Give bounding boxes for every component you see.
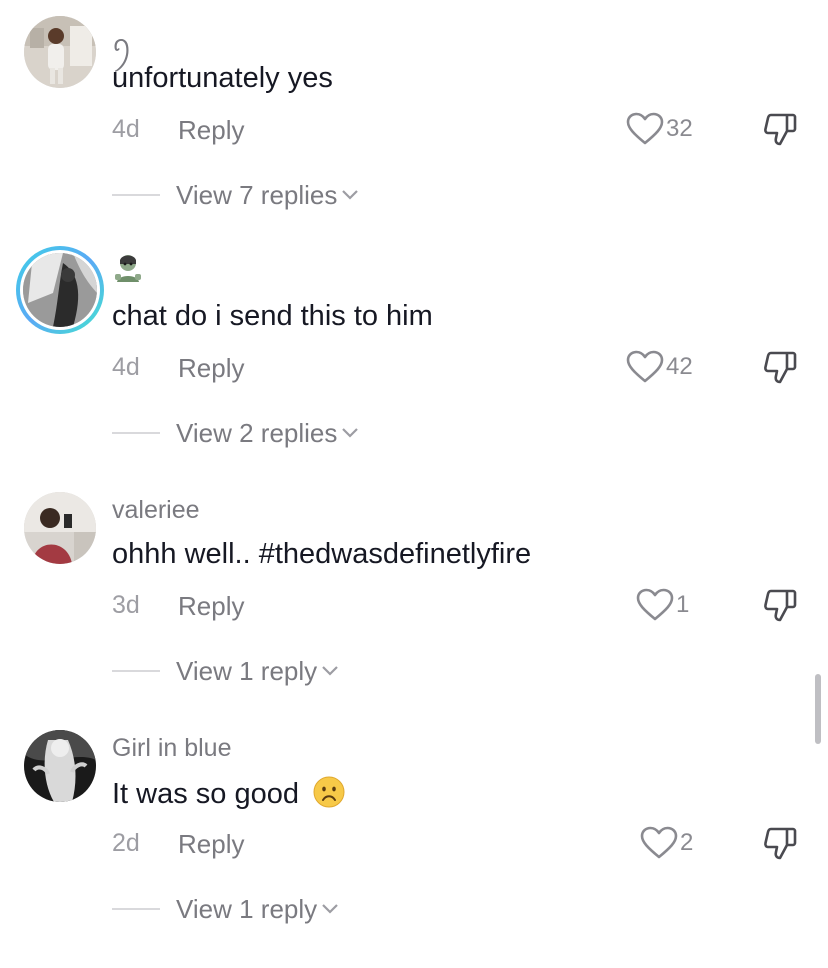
heart-icon xyxy=(626,350,664,384)
comments-list: ꪆ unfortunately yes 4d Reply 32 View 7 r… xyxy=(0,0,828,968)
like-button[interactable]: 2 xyxy=(640,825,693,861)
comment-meta: 3d Reply 1 xyxy=(112,588,812,625)
comment-text-content: It was so good xyxy=(112,778,299,810)
comment-item: chat do i send this to him 4d Reply 42 V… xyxy=(0,238,828,476)
view-replies-label: View 2 replies xyxy=(176,417,338,448)
avatar[interactable] xyxy=(24,730,96,802)
reply-button[interactable]: Reply xyxy=(178,829,244,860)
view-replies-label: View 1 reply xyxy=(176,655,318,686)
divider xyxy=(112,670,160,672)
comment-date: 3d xyxy=(112,591,140,619)
comment-date: 2d xyxy=(112,829,140,857)
scrollbar[interactable] xyxy=(815,674,821,744)
view-replies-button[interactable]: View 7 replies xyxy=(112,178,359,212)
zombie-emoji-icon xyxy=(112,255,144,290)
chevron-down-icon xyxy=(341,188,359,206)
heart-icon xyxy=(640,826,678,860)
like-count: 32 xyxy=(666,115,693,142)
heart-icon xyxy=(626,112,664,146)
comment-item: ꪆ unfortunately yes 4d Reply 32 View 7 r… xyxy=(0,0,828,238)
divider xyxy=(112,194,160,196)
username[interactable]: Girl in blue xyxy=(112,734,232,763)
chevron-down-icon xyxy=(341,426,359,444)
dislike-icon[interactable] xyxy=(762,349,798,390)
divider xyxy=(112,908,160,910)
chevron-down-icon xyxy=(321,664,339,682)
comment-text: ohhh well.. #thedwasdefinetlyfire xyxy=(112,538,532,570)
comment-item: Girl in blue It was so good 2d Reply 2 V… xyxy=(0,714,828,952)
heart-icon xyxy=(636,588,674,622)
dislike-icon[interactable] xyxy=(762,587,798,628)
reply-button[interactable]: Reply xyxy=(178,115,244,146)
like-count: 42 xyxy=(666,353,693,380)
like-button[interactable]: 42 xyxy=(626,349,693,385)
view-replies-button[interactable]: View 2 replies xyxy=(112,416,359,450)
comment-date: 4d xyxy=(112,115,140,143)
chevron-down-icon xyxy=(321,902,339,920)
username[interactable] xyxy=(112,252,144,291)
comment-text: unfortunately yes xyxy=(112,62,333,94)
dislike-icon[interactable] xyxy=(762,111,798,152)
like-button[interactable]: 32 xyxy=(626,111,693,147)
view-replies-label: View 7 replies xyxy=(176,179,338,210)
comment-text: chat do i send this to him xyxy=(112,300,433,332)
avatar[interactable] xyxy=(16,246,104,334)
avatar[interactable] xyxy=(24,492,96,564)
comment-meta: 4d Reply 32 xyxy=(112,112,812,149)
reply-button[interactable]: Reply xyxy=(178,591,244,622)
avatar[interactable] xyxy=(24,16,96,88)
comment-date: 4d xyxy=(112,353,140,381)
view-replies-label: View 1 reply xyxy=(176,893,318,924)
sad-face-emoji-icon xyxy=(313,776,345,808)
username[interactable]: valeriee xyxy=(112,496,200,525)
comment-item: valeriee ohhh well.. #thedwasdefinetlyfi… xyxy=(0,476,828,714)
comment-meta: 2d Reply 2 xyxy=(112,826,812,863)
like-count: 2 xyxy=(680,829,694,856)
dislike-icon[interactable] xyxy=(762,825,798,866)
like-button[interactable]: 1 xyxy=(636,587,689,623)
comment-text: It was so good xyxy=(112,776,345,811)
view-replies-button[interactable]: View 1 reply xyxy=(112,654,339,688)
reply-button[interactable]: Reply xyxy=(178,353,244,384)
like-count: 1 xyxy=(676,591,690,618)
view-replies-button[interactable]: View 1 reply xyxy=(112,892,339,926)
divider xyxy=(112,432,160,434)
comment-meta: 4d Reply 42 xyxy=(112,350,812,387)
